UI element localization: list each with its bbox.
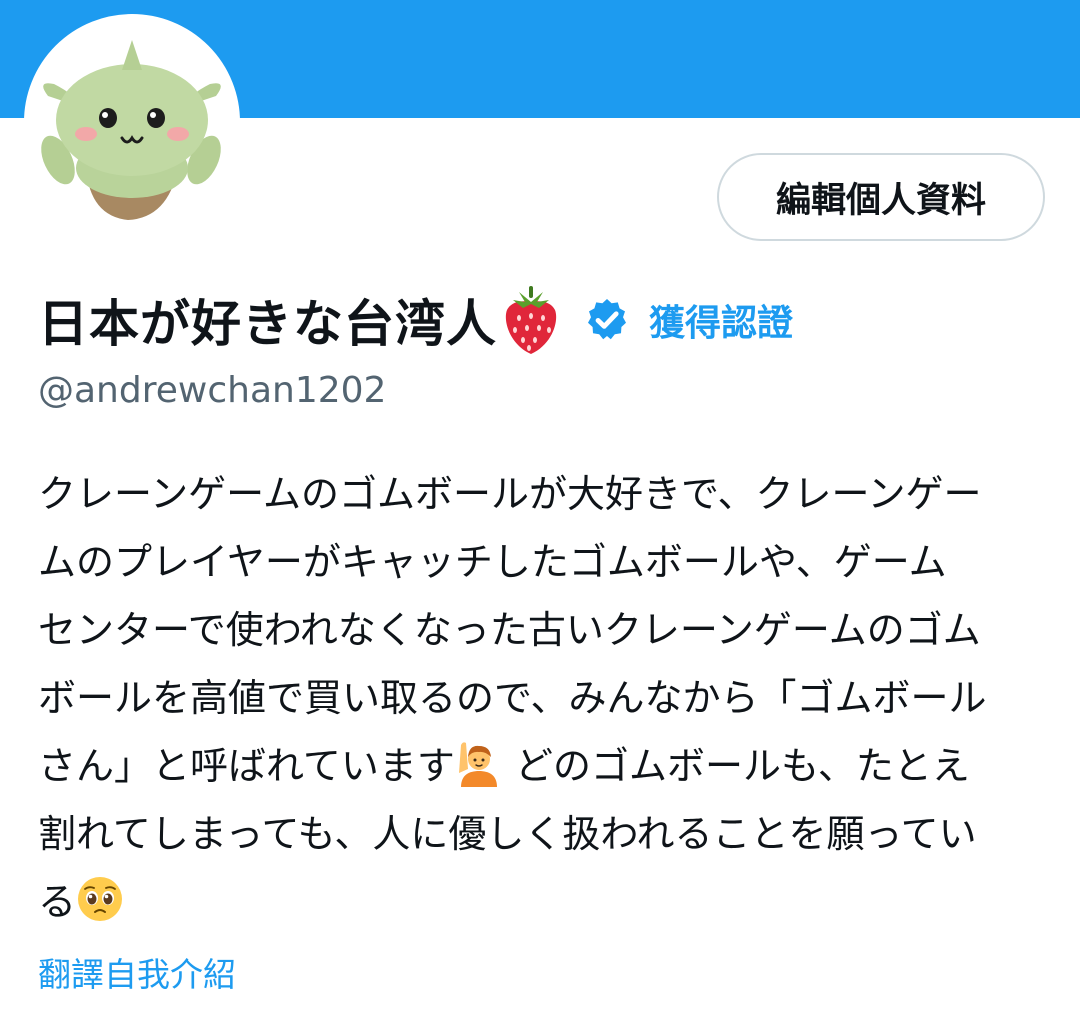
bio-line: 割れてしまっても、人に優しく扱われることを願ってい xyxy=(38,812,977,856)
pleading-face-icon xyxy=(78,877,123,921)
profile-name-row: 日本が好きな台湾人 獲得認證 xyxy=(38,280,793,360)
bio-text: さん」と呼ばれています xyxy=(38,744,455,788)
person-raising-hand-icon xyxy=(458,742,497,787)
edit-profile-button[interactable]: 編輯個人資料 xyxy=(717,153,1045,241)
bio-line: ボールを高値で買い取るので、みんなから「ゴムボール xyxy=(38,676,987,720)
bio-line: ムのプレイヤーがキャッチしたゴムボールや、ゲーム xyxy=(38,540,947,584)
bio-text: る xyxy=(38,880,77,924)
profile-bio: クレーンゲームのゴムボールが大好きで、クレーンゲー ムのプレイヤーがキャッチした… xyxy=(38,460,1038,936)
bio-line: さん」と呼ばれています どのゴムボールも、たとえ xyxy=(38,732,1038,800)
bio-line: センターで使われなくなった古いクレーンゲームのゴム xyxy=(38,608,981,652)
display-name: 日本が好きな台湾人 xyxy=(38,295,497,353)
bio-line: る xyxy=(38,868,1038,936)
profile-avatar[interactable] xyxy=(24,14,240,230)
plush-avatar-image xyxy=(28,18,236,226)
strawberry-icon xyxy=(505,286,557,354)
translate-bio-link[interactable]: 翻譯自我介紹 xyxy=(38,948,236,996)
verified-badge-icon[interactable] xyxy=(583,296,631,344)
profile-handle: @andrewchan1202 xyxy=(38,370,387,411)
bio-line: クレーンゲームのゴムボールが大好きで、クレーンゲー xyxy=(38,472,982,516)
get-verified-link[interactable]: 獲得認證 xyxy=(649,294,793,346)
bio-text: どのゴムボールも、たとえ xyxy=(502,744,970,788)
